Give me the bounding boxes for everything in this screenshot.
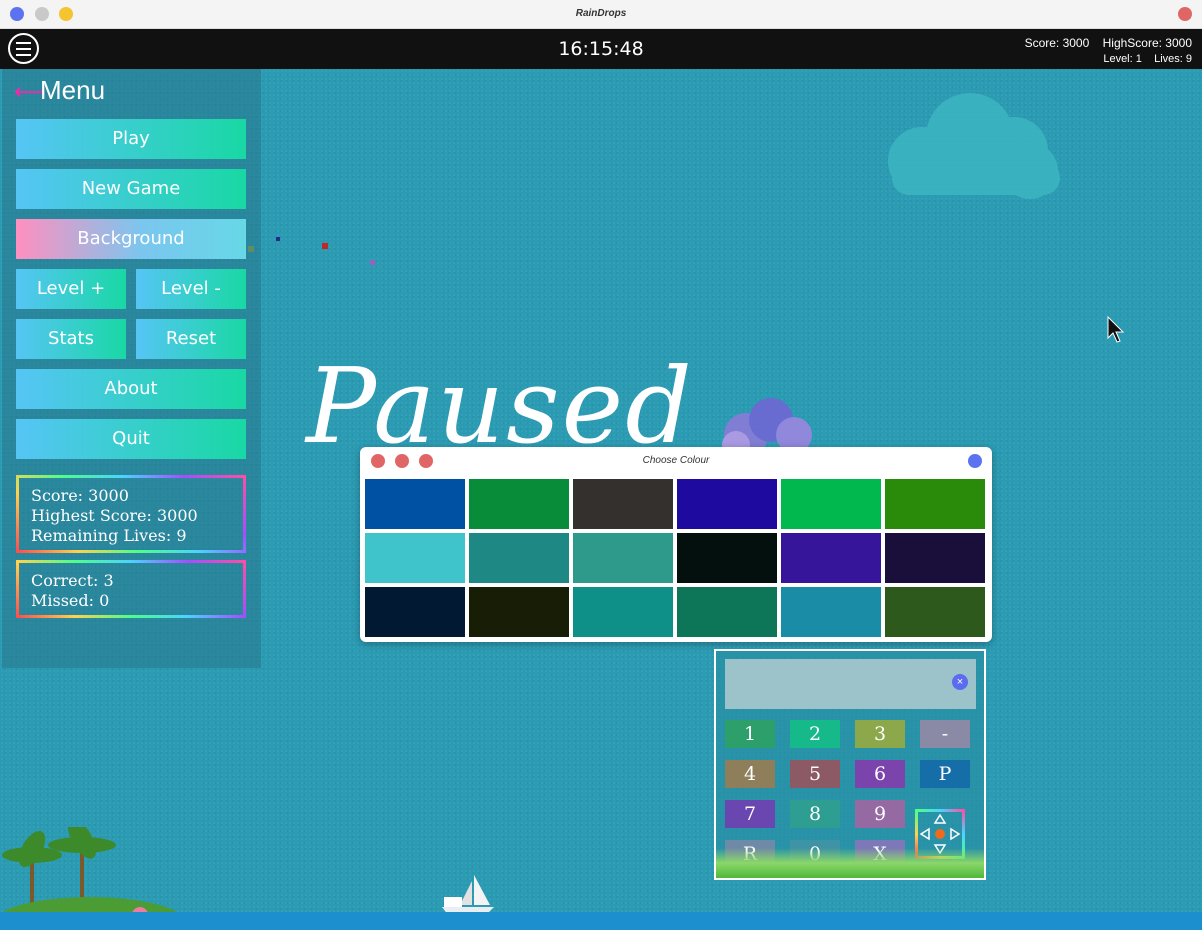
water-strip [0, 912, 1202, 930]
stat-score: Score: 3000 [31, 486, 129, 505]
colour-swatch[interactable] [677, 533, 777, 583]
colour-swatch[interactable] [365, 587, 465, 637]
accuracy-stats-box: Correct: 3 Missed: 0 [16, 560, 246, 618]
background-button[interactable]: Background [16, 219, 246, 259]
level-down-button[interactable]: Level - [136, 269, 246, 309]
window-titlebar: RainDrops [0, 0, 1202, 29]
key-7[interactable]: 7 [725, 800, 775, 828]
key-1[interactable]: 1 [725, 720, 775, 748]
score-readout: Score: 3000 HighScore: 3000 [1024, 36, 1192, 50]
stat-missed: Missed: 0 [31, 591, 110, 610]
colour-swatch[interactable] [573, 533, 673, 583]
key-p[interactable]: P [920, 760, 970, 788]
cloud-icon [888, 93, 1060, 199]
colour-swatch[interactable] [677, 479, 777, 529]
raindrop[interactable] [370, 260, 375, 265]
keypad-display: × [725, 659, 976, 709]
window-title: RainDrops [575, 8, 627, 19]
key-8[interactable]: 8 [790, 800, 840, 828]
menu-title: Menu [40, 75, 106, 105]
mouse-cursor-icon [1107, 316, 1125, 343]
key-2[interactable]: 2 [790, 720, 840, 748]
key-4[interactable]: 4 [725, 760, 775, 788]
colour-swatch[interactable] [781, 587, 881, 637]
colour-swatch[interactable] [885, 533, 985, 583]
colour-swatch[interactable] [469, 587, 569, 637]
stat-correct: Correct: 3 [31, 571, 114, 590]
stats-button[interactable]: Stats [16, 319, 126, 359]
about-button[interactable]: About [16, 369, 246, 409]
new-game-button[interactable]: New Game [16, 169, 246, 209]
level-readout: Level: 1 Lives: 9 [1103, 53, 1192, 65]
colour-swatch[interactable] [469, 479, 569, 529]
colour-swatch[interactable] [885, 587, 985, 637]
colour-swatch[interactable] [365, 479, 465, 529]
colour-swatch[interactable] [781, 479, 881, 529]
stat-remaining-lives: Remaining Lives: 9 [31, 526, 187, 545]
flower-bush-icon [722, 398, 812, 455]
key-6[interactable]: 6 [855, 760, 905, 788]
sidebar-menu: ⟵Menu Play New Game Background Level + L… [2, 69, 261, 668]
reset-button[interactable]: Reset [136, 319, 246, 359]
colour-swatch[interactable] [573, 479, 673, 529]
raindrop[interactable] [276, 237, 280, 241]
key-3[interactable]: 3 [855, 720, 905, 748]
stat-highest-score: Highest Score: 3000 [31, 506, 198, 525]
sailboat-icon [442, 875, 494, 915]
back-arrow-icon[interactable]: ⟵ [14, 79, 46, 105]
clear-icon[interactable]: × [952, 674, 968, 690]
grass-decoration [716, 848, 984, 878]
key-5[interactable]: 5 [790, 760, 840, 788]
top-hud: 16:15:48 Score: 3000 HighScore: 3000 Lev… [0, 29, 1202, 69]
menu-header[interactable]: ⟵Menu [14, 75, 105, 106]
colour-swatch[interactable] [677, 587, 777, 637]
level-up-button[interactable]: Level + [16, 269, 126, 309]
quit-button[interactable]: Quit [16, 419, 246, 459]
colour-swatch[interactable] [781, 533, 881, 583]
keypad: × 1 2 3 - 4 5 6 P 7 8 9 R 0 X [714, 649, 986, 880]
play-button[interactable]: Play [16, 119, 246, 159]
raindrop[interactable] [322, 243, 328, 249]
key-minus[interactable]: - [920, 720, 970, 748]
colour-swatch-grid [365, 479, 985, 637]
colour-swatch[interactable] [365, 533, 465, 583]
key-9[interactable]: 9 [855, 800, 905, 828]
clock: 16:15:48 [558, 38, 644, 60]
window-right-button[interactable] [1178, 7, 1192, 21]
score-stats-box: Score: 3000 Highest Score: 3000 Remainin… [16, 475, 246, 553]
colour-swatch[interactable] [885, 479, 985, 529]
game-area[interactable]: Paused ⟵Menu Play New Game Background Le… [0, 69, 1202, 930]
colour-swatch[interactable] [469, 533, 569, 583]
colour-swatch[interactable] [573, 587, 673, 637]
dialog-title: Choose Colour [642, 455, 710, 466]
dialog-right-button[interactable] [968, 454, 982, 468]
choose-colour-dialog: Choose Colour [360, 447, 992, 642]
